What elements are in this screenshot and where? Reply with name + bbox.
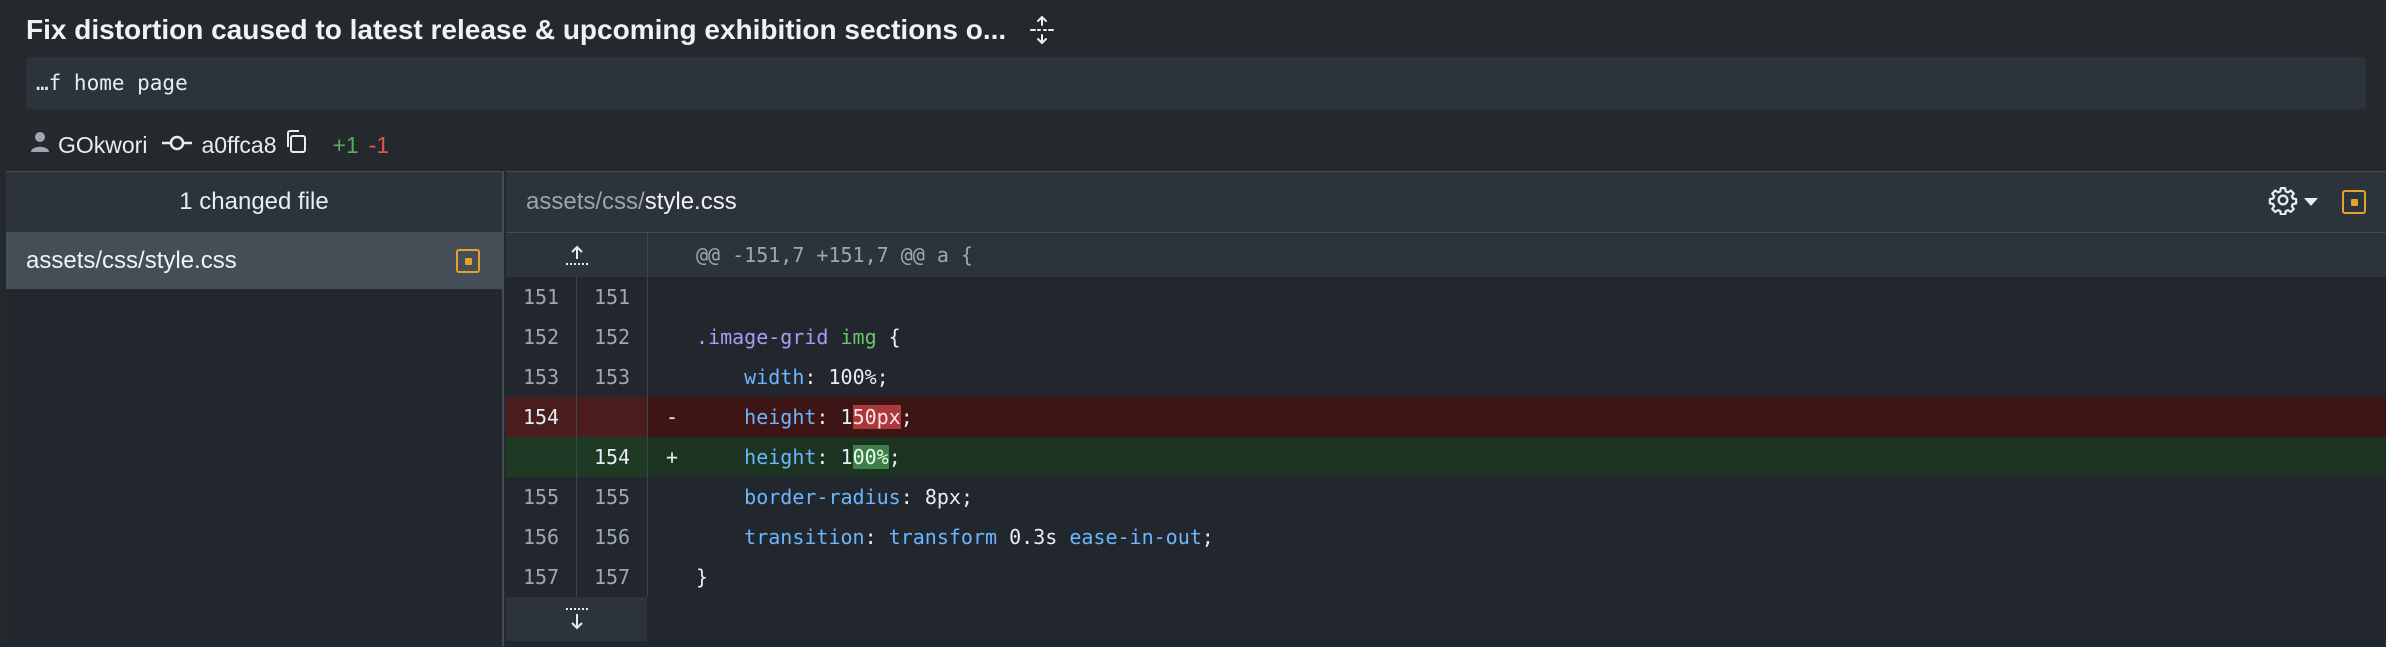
new-line-number xyxy=(577,397,648,437)
diff-line: 156 156 transition: transform 0.3s ease-… xyxy=(506,517,2386,557)
new-line-number: 154 xyxy=(577,437,648,477)
diff-line: 157 157 } xyxy=(506,557,2386,597)
diff-file-dir: assets/css/ xyxy=(526,188,645,215)
diff-code: height: 100%; xyxy=(744,445,901,469)
diff-code: border-radius: 8px; xyxy=(744,485,973,509)
commit-author[interactable]: GOkwori xyxy=(58,132,147,159)
diff-sign xyxy=(648,357,696,397)
diff-line: 153 153 width: 100%; xyxy=(506,357,2386,397)
expand-down-icon[interactable] xyxy=(506,597,647,641)
commit-description: …f home page xyxy=(36,71,188,95)
diff-header-tools xyxy=(2268,185,2366,220)
diff-settings-button[interactable] xyxy=(2268,185,2318,220)
hunk-header: @@ -151,7 +151,7 @@ a { xyxy=(696,243,973,267)
commit-meta: GOkwori a0ffca8 +1 -1 xyxy=(30,125,403,165)
diff-file-path: assets/css/style.css xyxy=(526,188,737,216)
diff-panel: assets/css/style.css @@ -151,7 +151,7 @@… xyxy=(506,171,2386,647)
file-modified-icon xyxy=(456,249,480,273)
diff-sign xyxy=(648,317,696,357)
diff-line: 152 152 .image-grid img { xyxy=(506,317,2386,357)
old-line-number: 153 xyxy=(506,357,577,397)
old-line-number: 156 xyxy=(506,517,577,557)
commit-description-box: …f home page xyxy=(26,57,2366,109)
diff-body: @@ -151,7 +151,7 @@ a { 151 151 152 152 … xyxy=(506,233,2386,641)
diff-file-header: assets/css/style.css xyxy=(506,172,2386,233)
diff-sign xyxy=(648,557,696,597)
diff-file-name: style.css xyxy=(644,188,737,215)
chevron-down-icon xyxy=(2304,198,2318,206)
commit-icon xyxy=(161,132,193,159)
new-line-number: 156 xyxy=(577,517,648,557)
diff-sign: - xyxy=(666,405,679,429)
changed-files-panel: 1 changed file assets/css/style.css xyxy=(6,171,504,646)
old-line-number: 154 xyxy=(506,397,577,437)
deletions-count: -1 xyxy=(368,131,390,158)
diff-code: } xyxy=(696,565,709,589)
user-icon xyxy=(30,131,50,159)
new-line-number: 153 xyxy=(577,357,648,397)
diff-line-added: 154 + height: 100%; xyxy=(506,437,2386,477)
old-line-number: 151 xyxy=(506,277,577,317)
file-list-item-name: assets/css/style.css xyxy=(26,247,237,274)
new-line-number: 155 xyxy=(577,477,648,517)
diff-sign xyxy=(648,517,696,557)
diff-code: .image-grid img { xyxy=(696,325,901,349)
diff-code: height: 150px; xyxy=(744,405,913,429)
diff-line: 151 151 xyxy=(506,277,2386,317)
diff-sign xyxy=(648,477,696,517)
new-line-number: 151 xyxy=(577,277,648,317)
diff-code: width: 100%; xyxy=(744,365,889,389)
diff-code: transition: transform 0.3s ease-in-out; xyxy=(744,525,1214,549)
old-line-number: 152 xyxy=(506,317,577,357)
additions-count: +1 xyxy=(332,131,359,158)
new-line-number: 152 xyxy=(577,317,648,357)
commit-title-row: Fix distortion caused to latest release … xyxy=(26,10,1058,50)
expand-arrows-icon[interactable] xyxy=(1026,14,1058,46)
diff-line: 155 155 border-radius: 8px; xyxy=(506,477,2386,517)
expand-down-row xyxy=(506,597,2386,641)
expand-up-icon[interactable] xyxy=(506,233,648,277)
copy-icon[interactable] xyxy=(284,129,308,161)
file-modified-icon xyxy=(2342,190,2366,214)
old-line-number: 155 xyxy=(506,477,577,517)
new-line-number: 157 xyxy=(577,557,648,597)
diff-sign: + xyxy=(666,445,679,469)
commit-title: Fix distortion caused to latest release … xyxy=(26,14,1007,45)
hunk-header-row: @@ -151,7 +151,7 @@ a { xyxy=(506,233,2386,277)
diff-line-deleted: 154 - height: 150px; xyxy=(506,397,2386,437)
diff-sign xyxy=(648,277,696,317)
commit-sha[interactable]: a0ffca8 xyxy=(201,132,276,159)
old-line-number: 157 xyxy=(506,557,577,597)
file-list-item[interactable]: assets/css/style.css xyxy=(6,233,502,290)
diff-code xyxy=(696,277,2386,317)
changed-files-heading: 1 changed file xyxy=(6,172,502,233)
gear-icon xyxy=(2268,185,2298,220)
old-line-number xyxy=(506,437,577,477)
